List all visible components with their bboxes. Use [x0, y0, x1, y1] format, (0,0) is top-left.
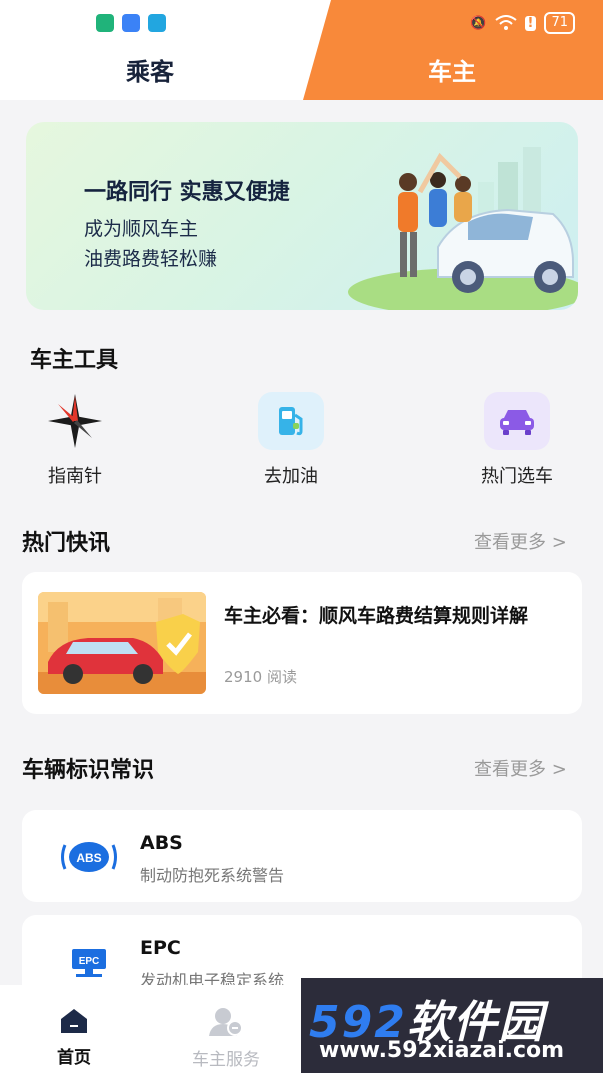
driver-service-icon	[209, 1008, 243, 1036]
status-bar-left	[96, 14, 166, 32]
search-notification-icon	[148, 14, 166, 32]
signs-title: 车辆标识常识	[22, 758, 155, 783]
news-item-title: 车主必看：顺风车路费结算规则详解	[224, 605, 529, 627]
nav-home-label: 首页	[57, 1048, 91, 1068]
banner-illustration	[348, 147, 578, 310]
nav-driver-service-label: 车主服务	[192, 1050, 260, 1070]
fuel-pump-icon	[258, 392, 324, 450]
battery-indicator: 71	[544, 12, 575, 34]
watermark-url: www.592xiazai.com	[319, 1038, 565, 1063]
news-card[interactable]: 车主必看：顺风车路费结算规则详解 2910 阅读	[22, 572, 582, 714]
nav-driver-service[interactable]: 车主服务	[176, 1007, 276, 1070]
tool-hot-cars[interactable]: 热门选车	[462, 392, 572, 488]
signs-more-link[interactable]: 查看更多 >	[474, 755, 567, 781]
tool-label: 指南针	[48, 466, 102, 487]
app-notification-icon	[96, 14, 114, 32]
tab-driver[interactable]: 车主	[428, 52, 476, 87]
svg-text:EPC: EPC	[79, 956, 100, 967]
banner-line-2: 油费路费轻松赚	[84, 248, 218, 270]
banner-line-1: 成为顺风车主	[84, 218, 199, 240]
home-icon	[61, 1009, 87, 1033]
svg-text:ABS: ABS	[76, 851, 101, 865]
news-read-count: 2910 阅读	[224, 668, 297, 686]
tools-title: 车主工具	[30, 348, 119, 373]
status-bar-right: 🔕 ! 71	[470, 12, 575, 34]
car-icon	[484, 392, 550, 450]
sign-card-abs[interactable]: ABS ABS 制动防抱死系统警告	[22, 810, 582, 902]
news-more-link[interactable]: 查看更多 >	[474, 528, 567, 554]
tool-compass[interactable]: 指南针	[20, 392, 130, 488]
compass-icon	[42, 392, 108, 450]
news-thumbnail	[38, 592, 206, 694]
cloud-notification-icon	[122, 14, 140, 32]
news-title: 热门快讯	[22, 531, 111, 556]
wifi-icon	[494, 15, 517, 30]
banner-title: 一路同行 实惠又便捷	[84, 180, 290, 205]
alert-icon: !	[524, 15, 537, 31]
sign-code: ABS	[140, 832, 183, 854]
promo-banner[interactable]: 一路同行 实惠又便捷 成为顺风车主 油费路费轻松赚	[26, 122, 578, 310]
epc-warning-icon: EPC	[72, 949, 106, 977]
watermark: 592软件园 www.592xiazai.com	[301, 978, 603, 1073]
sign-description: 制动防抱死系统警告	[140, 866, 285, 885]
abs-warning-icon: ABS	[61, 842, 117, 872]
tool-label: 去加油	[264, 466, 318, 487]
tool-fuel[interactable]: 去加油	[236, 392, 346, 488]
sign-code: EPC	[140, 937, 181, 959]
top-header: 🔕 ! 71 乘客 车主	[0, 0, 603, 100]
nav-home[interactable]: 首页	[24, 1007, 124, 1068]
tool-label: 热门选车	[481, 466, 553, 487]
tab-passenger[interactable]: 乘客	[126, 52, 174, 87]
mute-icon: 🔕	[470, 15, 487, 31]
